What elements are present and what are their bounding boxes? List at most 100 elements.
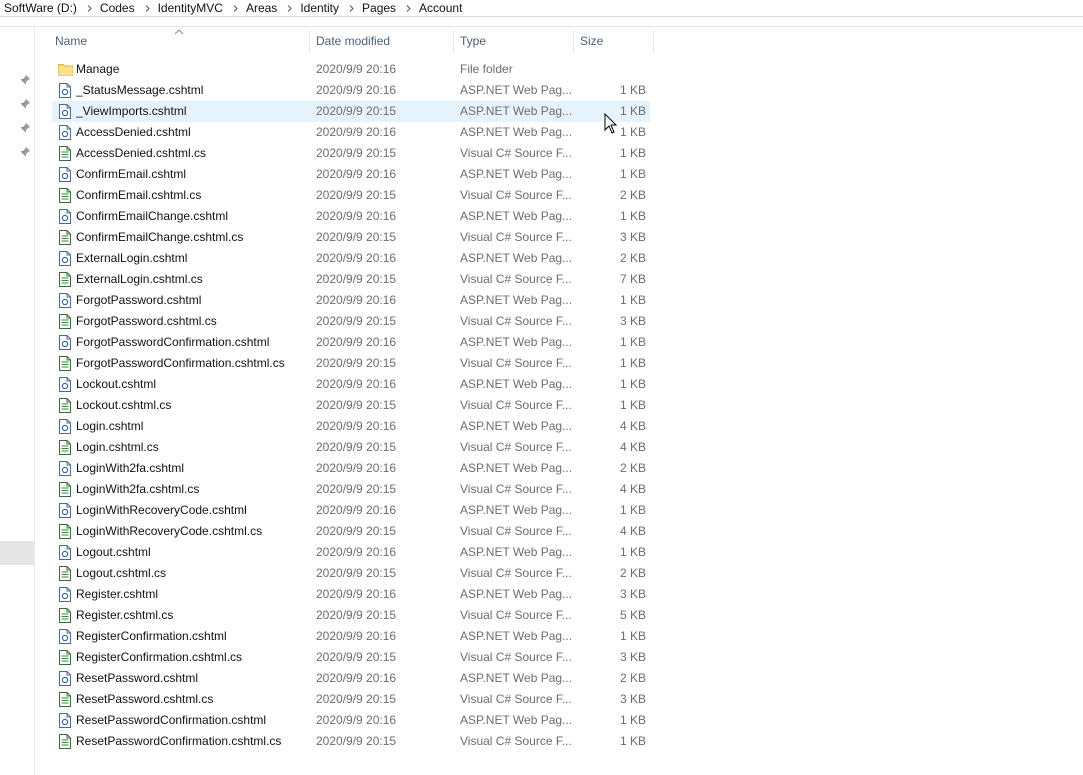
breadcrumb-separator-chevron-icon[interactable] [143, 4, 152, 13]
file-date-modified: 2020/9/9 20:15 [316, 230, 397, 244]
file-size: 4 KB [619, 524, 646, 538]
file-row[interactable]: LoginWithRecoveryCode.cshtml 2020/9/9 20:… [52, 500, 650, 521]
file-row[interactable]: Login.cshtml 2020/9/9 20:16 ASP.NET Web Pa… [52, 416, 650, 437]
file-date-modified: 2020/9/9 20:15 [316, 692, 397, 706]
file-date-modified: 2020/9/9 20:16 [316, 209, 397, 223]
file-row[interactable]: Logout.cshtml 2020/9/9 20:16 ASP.NET Web P… [52, 542, 650, 563]
file-date-modified: 2020/9/9 20:16 [316, 167, 397, 181]
cs-file-icon [57, 689, 73, 710]
file-size: 3 KB [619, 692, 646, 706]
cs-file-icon [57, 185, 73, 206]
file-row[interactable]: LoginWith2fa.cshtml.cs 2020/9/9 20:15 Visu… [52, 479, 650, 500]
file-row[interactable]: ConfirmEmail.cshtml 2020/9/9 20:16 ASP.NET… [52, 164, 650, 185]
file-type: ASP.NET Web Pag... [460, 629, 573, 643]
file-row[interactable]: ResetPassword.cshtml 2020/9/9 20:16 ASP.NE… [52, 668, 650, 689]
breadcrumb-item[interactable]: Account [419, 1, 462, 15]
breadcrumb-separator-chevron-icon[interactable] [231, 4, 240, 13]
file-row[interactable]: AccessDenied.cshtml.cs 2020/9/9 20:15 Visu… [52, 143, 650, 164]
file-type: Visual C# Source F... [460, 734, 572, 748]
file-type: Visual C# Source F... [460, 524, 572, 538]
file-row[interactable]: RegisterConfirmation.cshtml 2020/9/9 20:1… [52, 626, 650, 647]
file-row[interactable]: ConfirmEmailChange.cshtml.cs 2020/9/9 20:… [52, 227, 650, 248]
file-date-modified: 2020/9/9 20:15 [316, 440, 397, 454]
file-type: ASP.NET Web Pag... [460, 251, 573, 265]
file-name: RegisterConfirmation.cshtml.cs [76, 650, 243, 664]
file-name: AccessDenied.cshtml.cs [76, 146, 207, 160]
breadcrumb-item[interactable]: Pages [362, 1, 396, 15]
address-breadcrumb[interactable]: SoftWare (D:) Codes IdentityMVC Areas Identi… [0, 0, 1083, 16]
file-row[interactable]: ForgotPassword.cshtml.cs 2020/9/9 20:15 Vi… [52, 311, 650, 332]
file-type: Visual C# Source F... [460, 608, 572, 622]
file-row[interactable]: Register.cshtml.cs 2020/9/9 20:15 Visual C… [52, 605, 650, 626]
file-name: ExternalLogin.cshtml [76, 251, 188, 265]
cshtml-file-icon [57, 80, 73, 101]
file-row[interactable]: Lockout.cshtml.cs 2020/9/9 20:15 Visual C#… [52, 395, 650, 416]
file-row[interactable]: ExternalLogin.cshtml.cs 2020/9/9 20:15 Vis… [52, 269, 650, 290]
file-size: 1 KB [619, 83, 646, 97]
file-name: LoginWithRecoveryCode.cshtml [76, 503, 247, 517]
file-row[interactable]: _ViewImports.cshtml 2020/9/9 20:15 ASP.NET… [52, 101, 650, 122]
file-type: ASP.NET Web Pag... [460, 377, 573, 391]
file-row[interactable]: LoginWithRecoveryCode.cshtml.cs 2020/9/9 … [52, 521, 650, 542]
file-size: 3 KB [619, 230, 646, 244]
file-type: ASP.NET Web Pag... [460, 587, 573, 601]
file-row[interactable]: Lockout.cshtml 2020/9/9 20:16 ASP.NET Web … [52, 374, 650, 395]
column-header-name[interactable]: Name [49, 30, 310, 52]
file-row[interactable]: ResetPassword.cshtml.cs 2020/9/9 20:15 Vis… [52, 689, 650, 710]
file-row[interactable]: ForgotPassword.cshtml 2020/9/9 20:16 ASP.N… [52, 290, 650, 311]
file-date-modified: 2020/9/9 20:15 [316, 272, 397, 286]
file-row[interactable]: ExternalLogin.cshtml 2020/9/9 20:16 ASP.NE… [52, 248, 650, 269]
breadcrumb-separator-chevron-icon[interactable] [85, 4, 94, 13]
file-name: ConfirmEmailChange.cshtml [76, 209, 229, 223]
breadcrumb-item[interactable]: Codes [100, 1, 135, 15]
breadcrumb-item[interactable]: SoftWare (D:) [0, 1, 77, 15]
cs-file-icon [57, 227, 73, 248]
nav-selected-item[interactable] [0, 541, 34, 565]
cs-file-icon [57, 269, 73, 290]
file-date-modified: 2020/9/9 20:15 [316, 188, 397, 202]
file-size: 4 KB [619, 482, 646, 496]
file-list[interactable]: Manage 2020/9/9 20:16 File folder _StatusMe… [52, 59, 650, 752]
file-row[interactable]: Logout.cshtml.cs 2020/9/9 20:15 Visual C# … [52, 563, 650, 584]
cs-file-icon [57, 395, 73, 416]
breadcrumb-item[interactable]: Identity [300, 1, 339, 15]
file-date-modified: 2020/9/9 20:16 [316, 587, 397, 601]
file-date-modified: 2020/9/9 20:16 [316, 293, 397, 307]
column-header-date-modified[interactable]: Date modified [310, 30, 454, 52]
column-header-size[interactable]: Size [574, 30, 654, 52]
breadcrumb-separator-chevron-icon[interactable] [404, 4, 413, 13]
file-type: ASP.NET Web Pag... [460, 503, 573, 517]
file-type: Visual C# Source F... [460, 692, 572, 706]
file-size: 2 KB [619, 188, 646, 202]
file-row[interactable]: ForgotPasswordConfirmation.cshtml 2020/9/… [52, 332, 650, 353]
cs-file-icon [57, 605, 73, 626]
cshtml-file-icon [57, 668, 73, 689]
file-row[interactable]: ResetPasswordConfirmation.cshtml 2020/9/9… [52, 710, 650, 731]
pin-icon[interactable] [19, 122, 31, 134]
breadcrumb-separator-chevron-icon[interactable] [347, 4, 356, 13]
file-row[interactable]: ConfirmEmail.cshtml.cs 2020/9/9 20:15 Visu… [52, 185, 650, 206]
file-row[interactable]: ConfirmEmailChange.cshtml 2020/9/9 20:16 A… [52, 206, 650, 227]
file-row[interactable]: AccessDenied.cshtml 2020/9/9 20:16 ASP.NET… [52, 122, 650, 143]
pin-icon[interactable] [19, 146, 31, 158]
breadcrumb-separator-chevron-icon[interactable] [285, 4, 294, 13]
file-row[interactable]: Manage 2020/9/9 20:16 File folder [52, 59, 650, 80]
file-date-modified: 2020/9/9 20:16 [316, 335, 397, 349]
address-bar-divider [0, 16, 1083, 17]
file-type: Visual C# Source F... [460, 398, 572, 412]
navigation-pane[interactable] [0, 27, 35, 775]
file-row[interactable]: Register.cshtml 2020/9/9 20:16 ASP.NET Web… [52, 584, 650, 605]
pin-icon[interactable] [19, 98, 31, 110]
file-row[interactable]: ForgotPasswordConfirmation.cshtml.cs 2020… [52, 353, 650, 374]
breadcrumb-item[interactable]: Areas [246, 1, 277, 15]
file-row[interactable]: _StatusMessage.cshtml 2020/9/9 20:16 ASP.N… [52, 80, 650, 101]
cs-file-icon [57, 143, 73, 164]
file-row[interactable]: RegisterConfirmation.cshtml.cs 2020/9/9 2… [52, 647, 650, 668]
file-row[interactable]: LoginWith2fa.cshtml 2020/9/9 20:16 ASP.NET… [52, 458, 650, 479]
pin-icon[interactable] [19, 74, 31, 86]
breadcrumb-item[interactable]: IdentityMVC [158, 1, 223, 15]
column-header-type[interactable]: Type [454, 30, 574, 52]
file-row[interactable]: Login.cshtml.cs 2020/9/9 20:15 Visual C# S… [52, 437, 650, 458]
file-size: 1 KB [619, 209, 646, 223]
file-row[interactable]: ResetPasswordConfirmation.cshtml.cs 2020/… [52, 731, 650, 752]
